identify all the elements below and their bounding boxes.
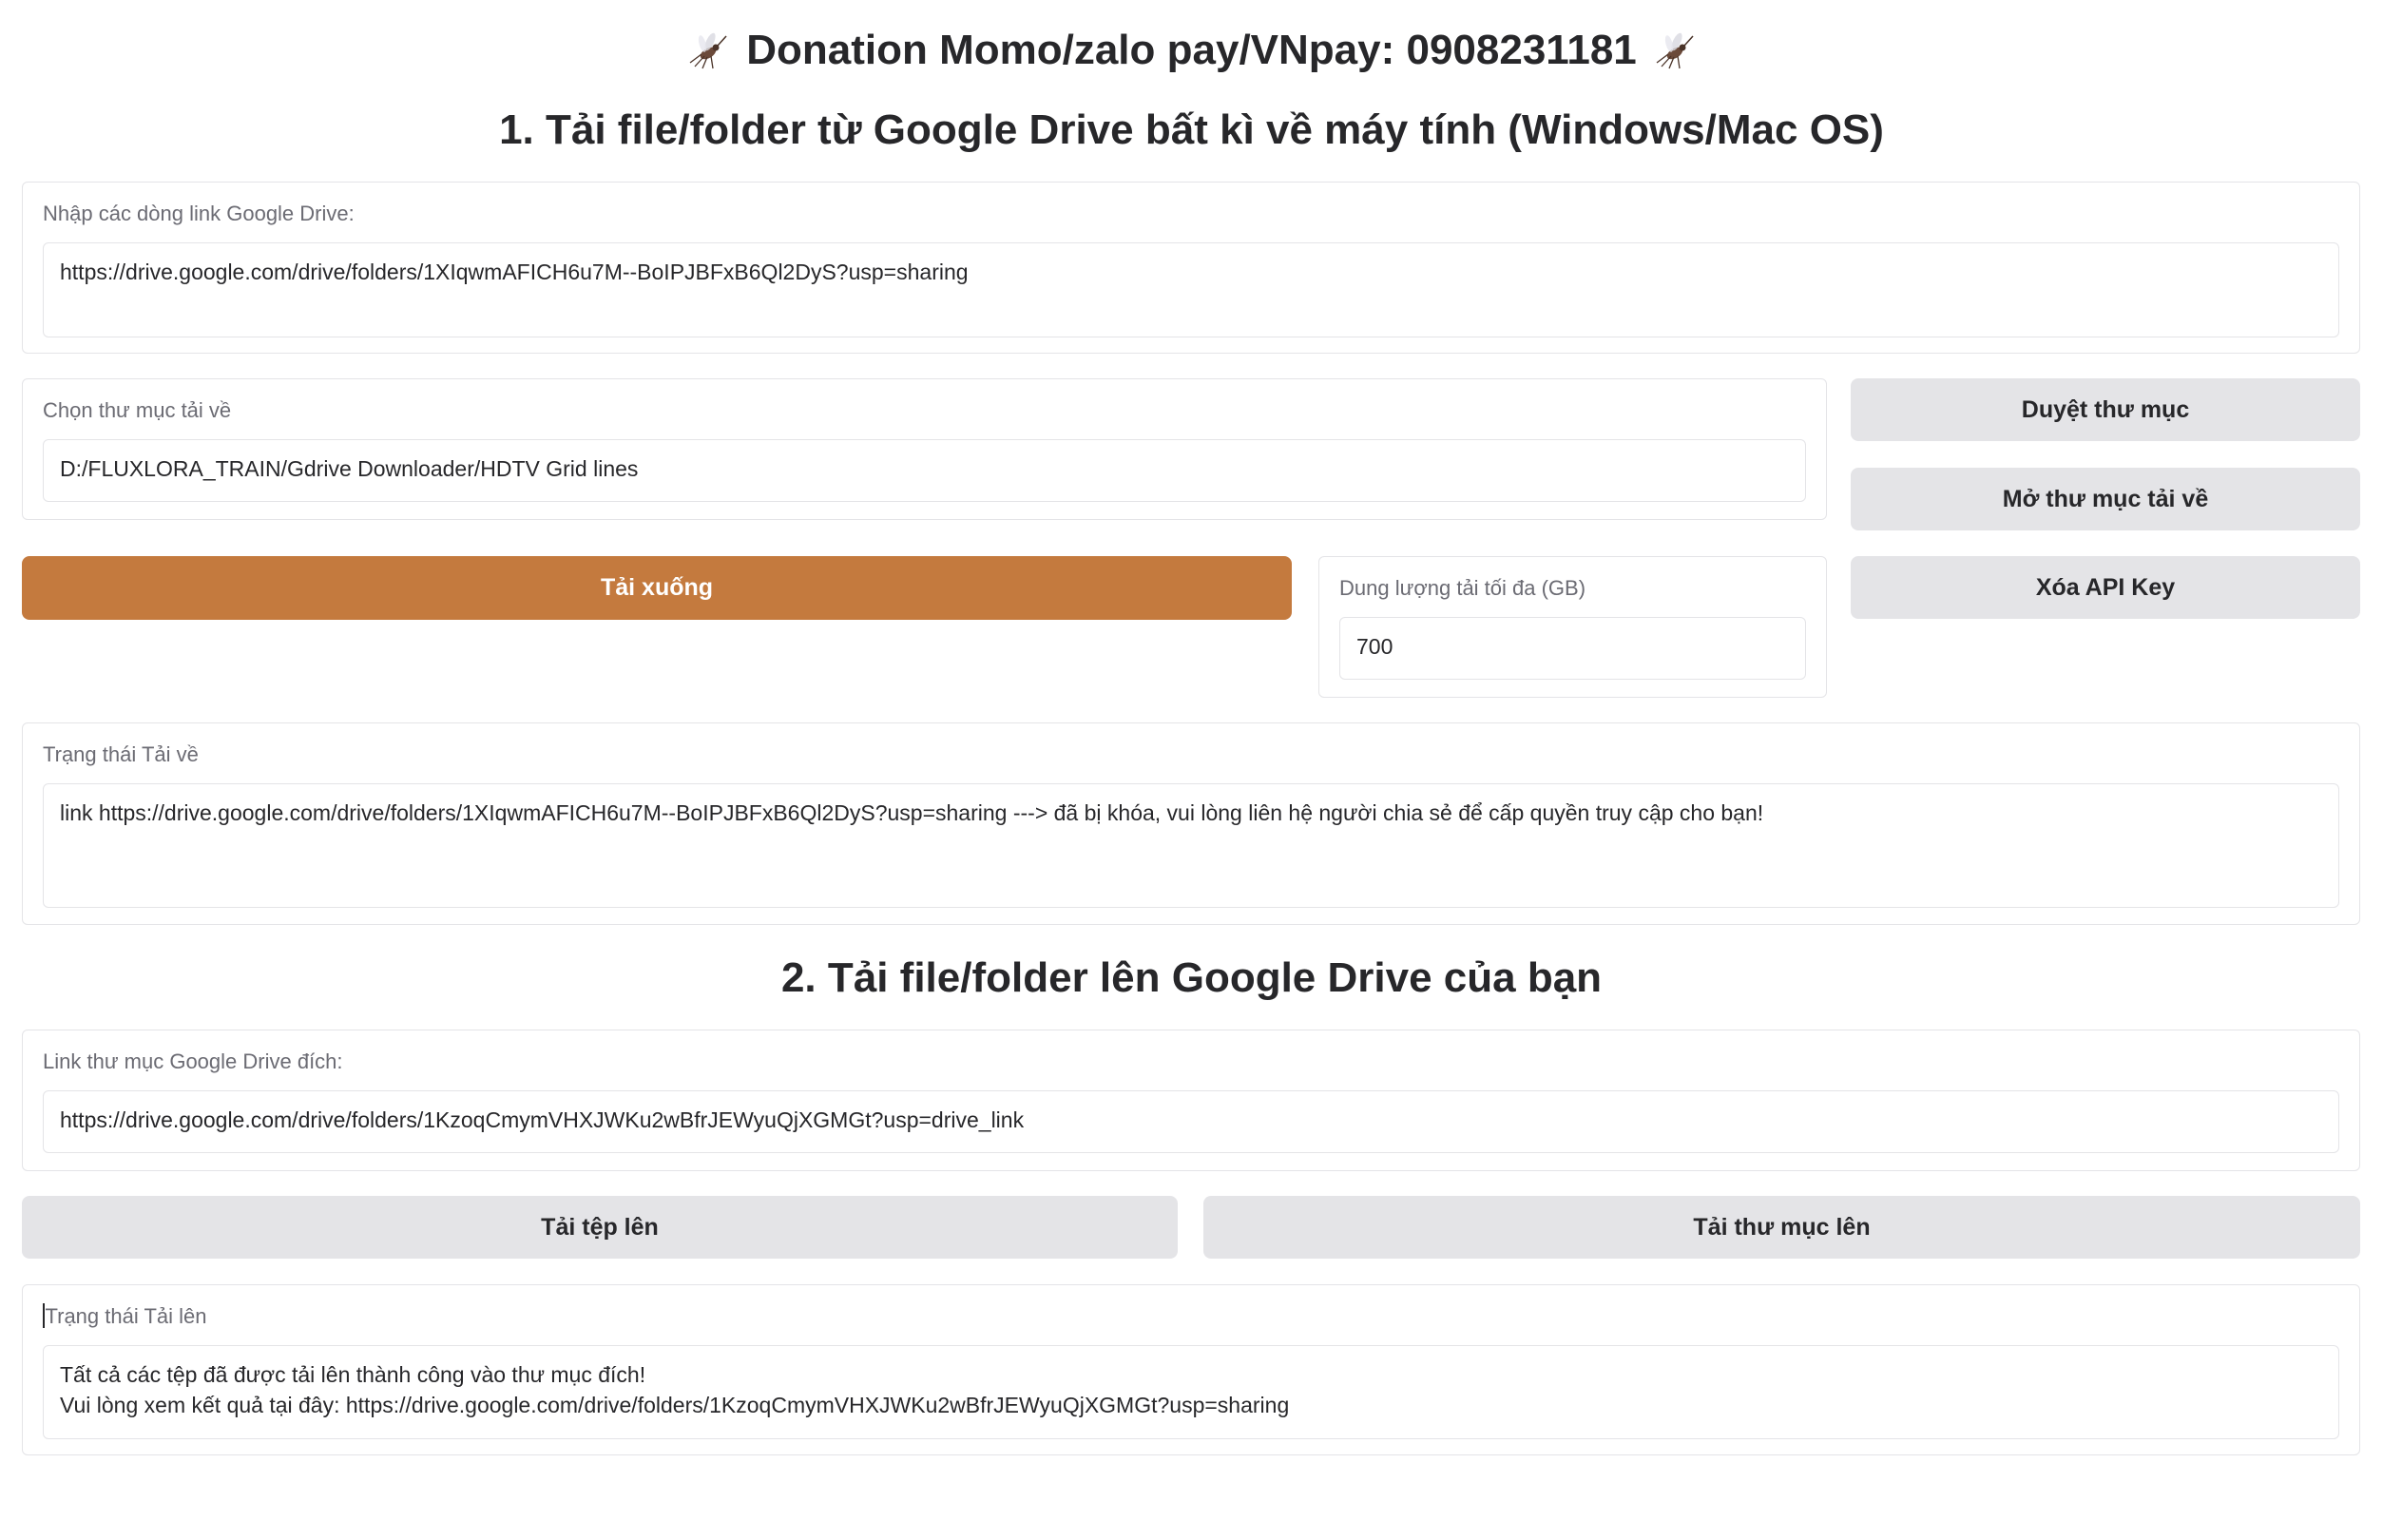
download-status-output[interactable]: link https://drive.google.com/drive/fold… (43, 783, 2339, 908)
donation-text: Donation Momo/zalo pay/VNpay: 0908231181 (746, 27, 1637, 73)
upload-status-output[interactable]: Tất cả các tệp đã được tải lên thành côn… (43, 1345, 2339, 1439)
download-status-panel: Trạng thái Tải về link https://drive.goo… (22, 722, 2360, 925)
download-button[interactable]: Tải xuống (22, 556, 1292, 620)
max-size-label: Dung lượng tải tối đa (GB) (1339, 576, 1586, 600)
mosquito-icon (1654, 28, 1696, 69)
text-cursor (43, 1303, 45, 1329)
download-folder-label: Chọn thư mục tải về (43, 398, 232, 422)
section-download-title: 1. Tải file/folder từ Google Drive bất k… (499, 106, 1884, 153)
upload-status-panel: Trạng thái Tải lên Tất cả các tệp đã đượ… (22, 1284, 2360, 1455)
browse-folder-button[interactable]: Duyệt thư mục (1851, 378, 2360, 441)
mosquito-icon (687, 28, 729, 69)
upload-status-label-wrap: Trạng thái Tải lên (43, 1302, 206, 1331)
links-input[interactable]: https://drive.google.com/drive/folders/1… (43, 242, 2339, 337)
download-status-label: Trạng thái Tải về (43, 742, 199, 766)
download-folder-input[interactable]: D:/FLUXLORA_TRAIN/Gdrive Downloader/HDTV… (43, 439, 1806, 502)
max-size-input[interactable]: 700 (1339, 617, 1806, 680)
open-download-folder-button[interactable]: Mở thư mục tải về (1851, 468, 2360, 530)
download-folder-panel: Chọn thư mục tải về D:/FLUXLORA_TRAIN/Gd… (22, 378, 1827, 520)
donation-banner: Donation Momo/zalo pay/VNpay: 0908231181 (0, 21, 2383, 80)
max-size-panel: Dung lượng tải tối đa (GB) 700 (1318, 556, 1827, 698)
clear-api-key-button[interactable]: Xóa API Key (1851, 556, 2360, 619)
dest-folder-label: Link thư mục Google Drive đích: (43, 1049, 343, 1073)
dest-folder-input[interactable]: https://drive.google.com/drive/folders/1… (43, 1090, 2339, 1153)
links-input-label: Nhập các dòng link Google Drive: (43, 202, 355, 225)
links-input-panel: Nhập các dòng link Google Drive: https:/… (22, 182, 2360, 354)
dest-folder-panel: Link thư mục Google Drive đích: https://… (22, 1030, 2360, 1171)
section-upload-title: 2. Tải file/folder lên Google Drive của … (780, 954, 1603, 1001)
upload-folder-button[interactable]: Tải thư mục lên (1203, 1196, 2360, 1259)
upload-file-button[interactable]: Tải tệp lên (22, 1196, 1178, 1259)
upload-status-label: Trạng thái Tải lên (45, 1304, 207, 1328)
app-page: Donation Momo/zalo pay/VNpay: 0908231181… (0, 0, 2383, 1540)
